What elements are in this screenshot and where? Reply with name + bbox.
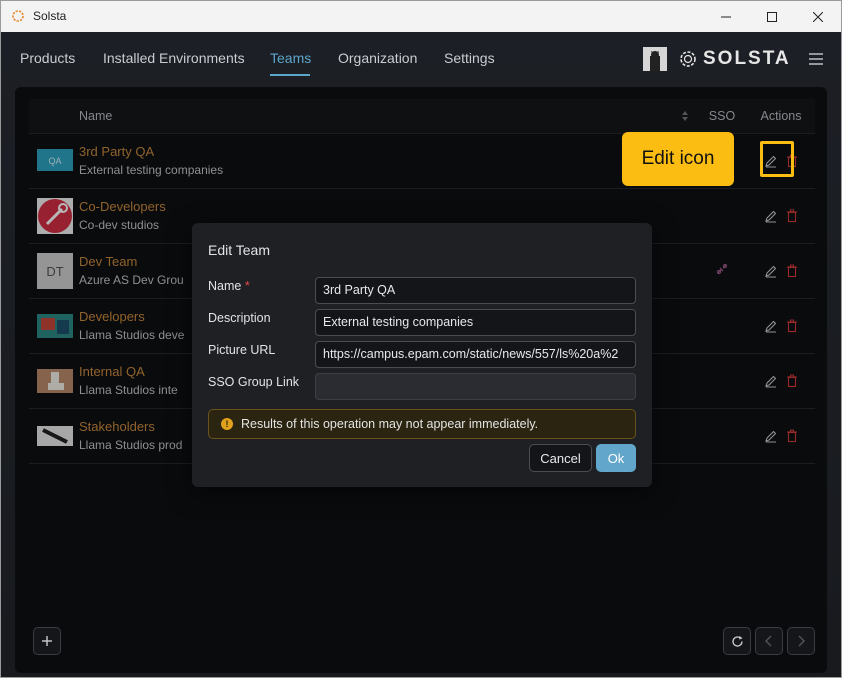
- maximize-icon: [767, 11, 777, 22]
- chevron-left-icon: [765, 635, 772, 647]
- minimize-icon: [721, 16, 731, 17]
- solsta-logo: SOLSTA: [677, 46, 791, 72]
- refresh-button[interactable]: [723, 627, 751, 655]
- warning-text: Results of this operation may not appear…: [241, 417, 539, 431]
- picture-url-field-label: Picture URL: [208, 343, 276, 357]
- close-button[interactable]: [795, 1, 841, 32]
- nav-installed-environments[interactable]: Installed Environments: [103, 50, 245, 66]
- cancel-button[interactable]: Cancel: [529, 444, 592, 472]
- active-tab-indicator: [270, 74, 310, 76]
- hamburger-menu-icon[interactable]: [807, 50, 825, 68]
- nav-teams[interactable]: Teams: [270, 50, 311, 66]
- edit-team-dialog: Edit Team Name * 3rd Party QA Descriptio…: [192, 223, 652, 487]
- nav-products[interactable]: Products: [20, 50, 75, 66]
- required-mark: *: [244, 279, 250, 293]
- sso-group-link-field-label: SSO Group Link: [208, 375, 300, 389]
- logo-text: SOLSTA: [703, 48, 791, 69]
- plus-icon: [42, 636, 52, 646]
- chevron-right-icon: [798, 635, 805, 647]
- description-field-label: Description: [208, 311, 271, 325]
- warning-banner: ! Results of this operation may not appe…: [208, 409, 636, 439]
- sso-group-link-input[interactable]: [315, 373, 636, 400]
- nav-settings[interactable]: Settings: [444, 50, 495, 66]
- user-avatar[interactable]: [643, 47, 667, 71]
- solsta-app-icon: [12, 10, 24, 22]
- close-icon: [813, 11, 823, 22]
- avatar-image: [643, 47, 667, 71]
- picture-url-input[interactable]: https://campus.epam.com/static/news/557/…: [315, 341, 636, 368]
- add-team-button[interactable]: [33, 627, 61, 655]
- warning-icon: !: [221, 418, 233, 430]
- description-input[interactable]: External testing companies: [315, 309, 636, 336]
- prev-page-button[interactable]: [755, 627, 783, 655]
- solsta-logo-icon: [680, 51, 696, 67]
- maximize-button[interactable]: [749, 1, 795, 32]
- app-window: Solsta Products Installed Environments T…: [0, 0, 842, 678]
- window-title: Solsta: [33, 9, 67, 23]
- minimize-button[interactable]: [703, 1, 749, 32]
- next-page-button[interactable]: [787, 627, 815, 655]
- edit-icon-callout: Edit icon: [622, 132, 734, 186]
- nav-organization[interactable]: Organization: [338, 50, 417, 66]
- refresh-icon: [731, 635, 743, 647]
- name-label-text: Name: [208, 279, 242, 293]
- name-input[interactable]: 3rd Party QA: [315, 277, 636, 304]
- ok-button[interactable]: Ok: [596, 444, 636, 472]
- dialog-title: Edit Team: [208, 242, 270, 258]
- edit-icon-highlight: [760, 141, 794, 177]
- name-field-label: Name *: [208, 279, 250, 293]
- top-nav: Products Installed Environments Teams Or…: [1, 32, 841, 86]
- title-bar: Solsta: [1, 1, 841, 32]
